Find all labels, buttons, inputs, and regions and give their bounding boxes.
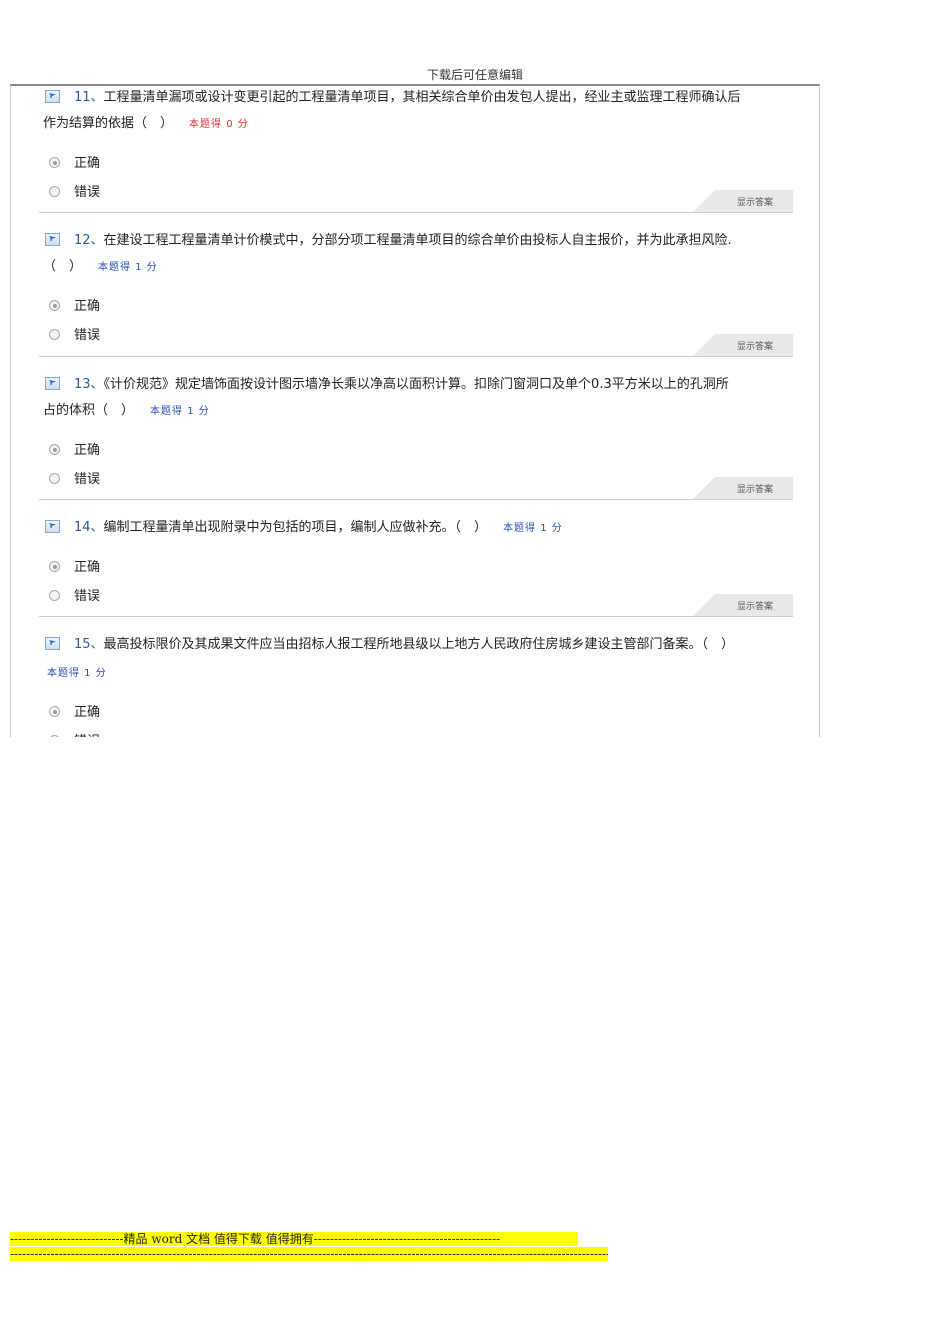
- question-11: 11、工程量清单漏项或设计变更引起的工程量清单项目，其相关综合单价由发包人提出，…: [39, 86, 793, 213]
- score-badge: 本题得 1 分: [98, 262, 158, 273]
- quiz-screenshot: 11、工程量清单漏项或设计变更引起的工程量清单项目，其相关综合单价由发包人提出，…: [10, 84, 820, 737]
- question-12: 12、在建设工程工程量清单计价模式中，分部分项工程量清单项目的综合单价由投标人自…: [39, 213, 793, 357]
- question-number: 11、: [74, 90, 104, 105]
- radio-icon[interactable]: [49, 157, 60, 168]
- flag-icon[interactable]: [45, 90, 60, 103]
- question-15: 15、最高投标限价及其成果文件应当由招标人报工程所地县级以上地方人民政府住房城乡…: [39, 617, 793, 737]
- flag-icon[interactable]: [45, 637, 60, 650]
- radio-icon[interactable]: [49, 706, 60, 717]
- radio-icon[interactable]: [49, 186, 60, 197]
- show-answer-button[interactable]: 显示答案: [693, 594, 793, 616]
- show-answer-button[interactable]: 显示答案: [693, 477, 793, 499]
- question-number: 12、: [74, 233, 104, 248]
- option-correct[interactable]: 正确: [49, 558, 100, 578]
- question-number: 15、: [74, 637, 104, 652]
- flag-icon[interactable]: [45, 377, 60, 390]
- score-badge: 本题得 1 分: [503, 523, 563, 534]
- score-badge: 本题得 1 分: [47, 668, 107, 679]
- question-text-cont: 占的体积（ ）: [43, 403, 135, 418]
- show-answer-button[interactable]: 显示答案: [693, 334, 793, 356]
- flag-icon[interactable]: [45, 520, 60, 533]
- score-badge: 本题得 0 分: [189, 119, 249, 130]
- question-text: 编制工程量清单出现附录中为包括的项目，编制人应做补充。（ ）: [103, 520, 488, 535]
- flag-icon[interactable]: [45, 233, 60, 246]
- radio-icon[interactable]: [49, 590, 60, 601]
- option-wrong[interactable]: 错误: [49, 183, 100, 203]
- option-wrong[interactable]: 错误: [49, 470, 100, 490]
- footer-banner-line2: ----------------------------------------…: [10, 1247, 608, 1261]
- footer-banner-line1: ----------------------------精品 word 文档 值…: [10, 1232, 578, 1246]
- question-text: 最高投标限价及其成果文件应当由招标人报工程所地县级以上地方人民政府住房城乡建设主…: [103, 637, 735, 652]
- radio-icon[interactable]: [49, 444, 60, 455]
- radio-icon[interactable]: [49, 735, 60, 737]
- question-text: 工程量清单漏项或设计变更引起的工程量清单项目，其相关综合单价由发包人提出，经业主…: [103, 90, 741, 105]
- show-answer-button[interactable]: 显示答案: [693, 190, 793, 212]
- question-14: 14、编制工程量清单出现附录中为包括的项目，编制人应做补充。（ ） 本题得 1 分…: [39, 500, 793, 617]
- question-13: 13、《计价规范》规定墙饰面按设计图示墙净长乘以净高以面积计算。扣除门窗洞口及单…: [39, 357, 793, 500]
- radio-icon[interactable]: [49, 561, 60, 572]
- radio-icon[interactable]: [49, 473, 60, 484]
- option-correct[interactable]: 正确: [49, 154, 100, 174]
- option-correct[interactable]: 正确: [49, 297, 100, 317]
- question-number: 13、: [74, 377, 104, 392]
- question-text-cont: 作为结算的依据（ ）: [43, 116, 174, 131]
- radio-icon[interactable]: [49, 300, 60, 311]
- option-wrong[interactable]: 错误: [49, 587, 100, 607]
- option-correct[interactable]: 正确: [49, 703, 100, 723]
- question-text: 《计价规范》规定墙饰面按设计图示墙净长乘以净高以面积计算。扣除门窗洞口及单个0.…: [103, 377, 729, 392]
- option-correct[interactable]: 正确: [49, 441, 100, 461]
- radio-icon[interactable]: [49, 329, 60, 340]
- option-wrong[interactable]: 错误: [49, 326, 100, 346]
- page-header: 下载后可任意编辑: [426, 68, 523, 82]
- question-number: 14、: [74, 520, 104, 535]
- option-wrong[interactable]: 错误: [49, 732, 100, 737]
- score-badge: 本题得 1 分: [150, 406, 210, 417]
- question-text: 在建设工程工程量清单计价模式中，分部分项工程量清单项目的综合单价由投标人自主报价…: [103, 233, 732, 248]
- question-text-cont: （ ）: [43, 259, 83, 274]
